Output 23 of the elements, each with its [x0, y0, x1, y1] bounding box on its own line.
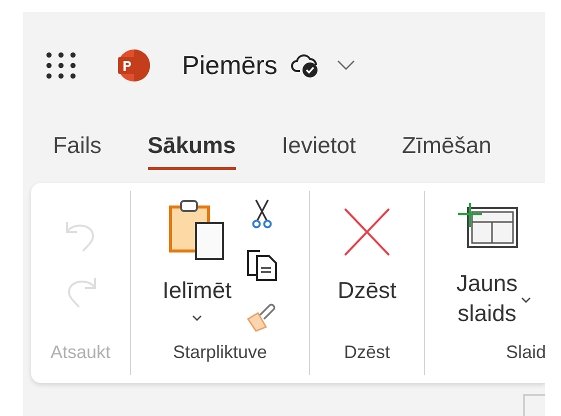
copy-icon[interactable] [246, 249, 278, 281]
new-slide-button[interactable]: Jauns slaids [447, 268, 527, 328]
paintbrush-icon[interactable] [246, 301, 278, 333]
group-label: Atsaukt [50, 342, 111, 364]
app-launcher-icon[interactable] [46, 52, 77, 78]
document-title[interactable]: Piemērs [182, 50, 278, 80]
paste-button[interactable]: Ielīmēt [162, 275, 232, 305]
ribbon-tab[interactable]: Sākums [148, 132, 236, 170]
ribbon-tab[interactable]: Ievietot [282, 132, 356, 170]
ribbon-tab[interactable]: Fails [53, 132, 102, 170]
clipboard-icon[interactable] [169, 199, 225, 261]
slide-layout-icon[interactable] [456, 202, 518, 248]
group-label: Slaid [506, 342, 545, 364]
group-label: Dzēst [344, 342, 390, 364]
delete-button[interactable]: Dzēst [338, 275, 396, 305]
cross-icon[interactable] [342, 207, 391, 257]
chevron-down-icon[interactable] [521, 297, 531, 303]
scissors-icon[interactable] [252, 199, 272, 229]
group-label: Starpliktuve [172, 342, 268, 364]
ribbon-tab[interactable]: Zīmēšan [402, 132, 492, 170]
powerpoint-logo-icon [117, 48, 150, 82]
chevron-down-icon[interactable] [337, 60, 356, 70]
chevron-down-icon[interactable] [192, 315, 202, 321]
